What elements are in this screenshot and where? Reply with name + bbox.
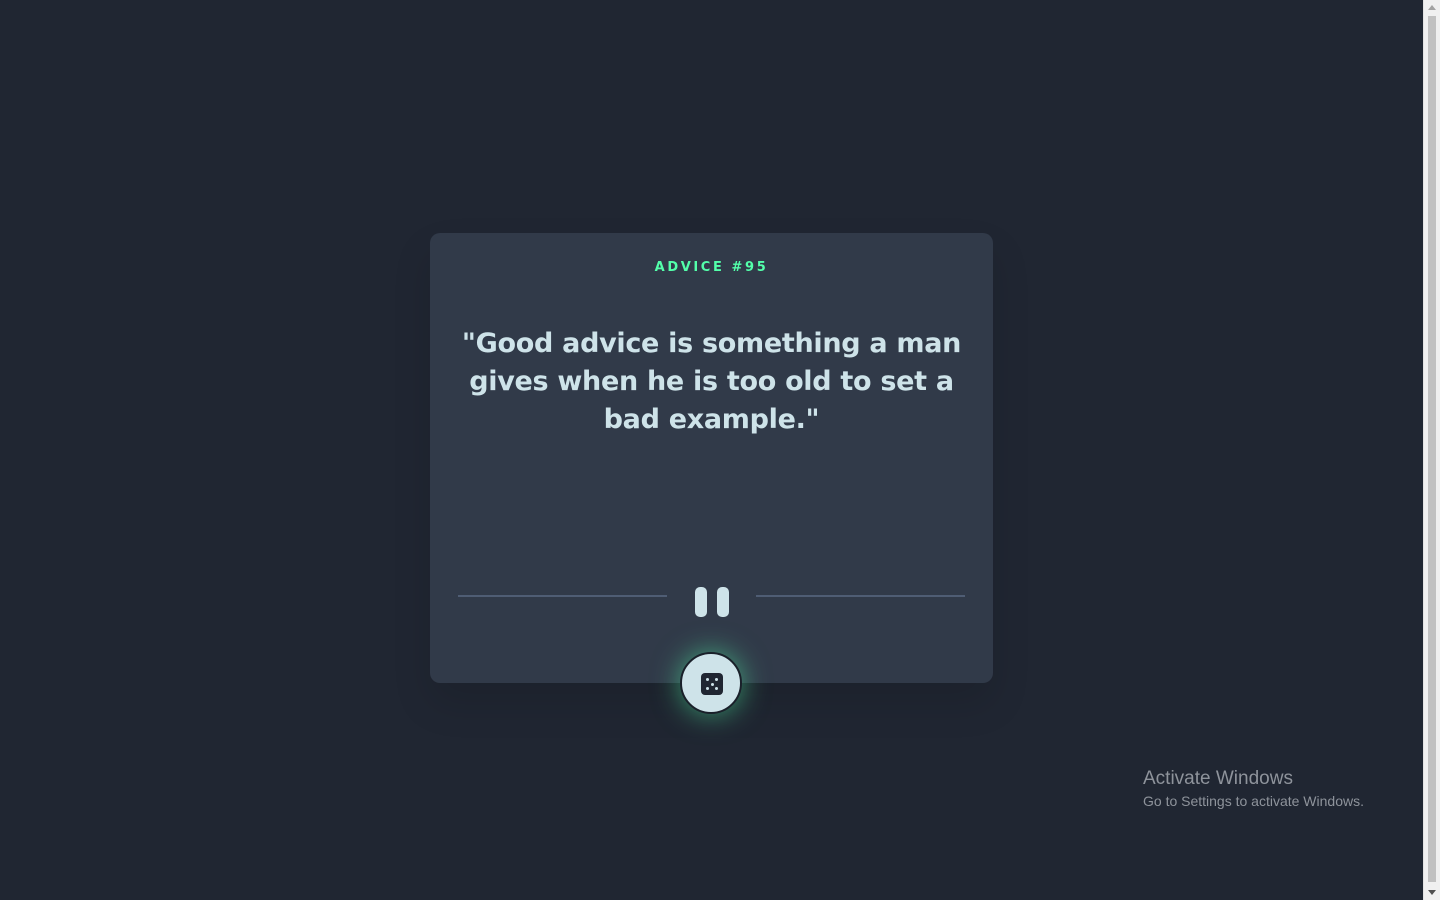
scroll-up-icon[interactable] — [1428, 5, 1436, 10]
advice-number: ADVICE #95 — [654, 260, 769, 275]
advice-quote: "Good advice is something a man gives wh… — [461, 328, 962, 435]
generate-advice-button[interactable] — [680, 652, 742, 714]
scroll-thumb[interactable] — [1428, 16, 1436, 882]
vertical-scrollbar[interactable] — [1423, 0, 1440, 900]
pause-bar-left — [695, 587, 707, 617]
scroll-down-icon[interactable] — [1428, 890, 1436, 895]
dice-dot — [706, 687, 709, 690]
activate-windows-title: Activate Windows — [1143, 768, 1293, 789]
dice-dot — [710, 682, 714, 686]
dice-dot — [715, 687, 718, 690]
advice-card: ADVICE #95 "Good advice is something a m… — [430, 233, 993, 683]
divider-line-right — [756, 595, 965, 597]
dice-dot — [715, 678, 718, 681]
dice-dot — [706, 678, 709, 681]
activate-windows-watermark: Activate Windows Go to Settings to activ… — [1143, 768, 1364, 812]
pause-icon — [695, 587, 729, 617]
page-background: ADVICE #95 "Good advice is something a m… — [0, 0, 1423, 900]
dice-icon — [701, 673, 723, 695]
divider-line-left — [458, 595, 667, 597]
pause-bar-right — [717, 587, 729, 617]
pattern-divider — [458, 587, 965, 617]
activate-windows-subtitle: Go to Settings to activate Windows. — [1143, 793, 1364, 809]
